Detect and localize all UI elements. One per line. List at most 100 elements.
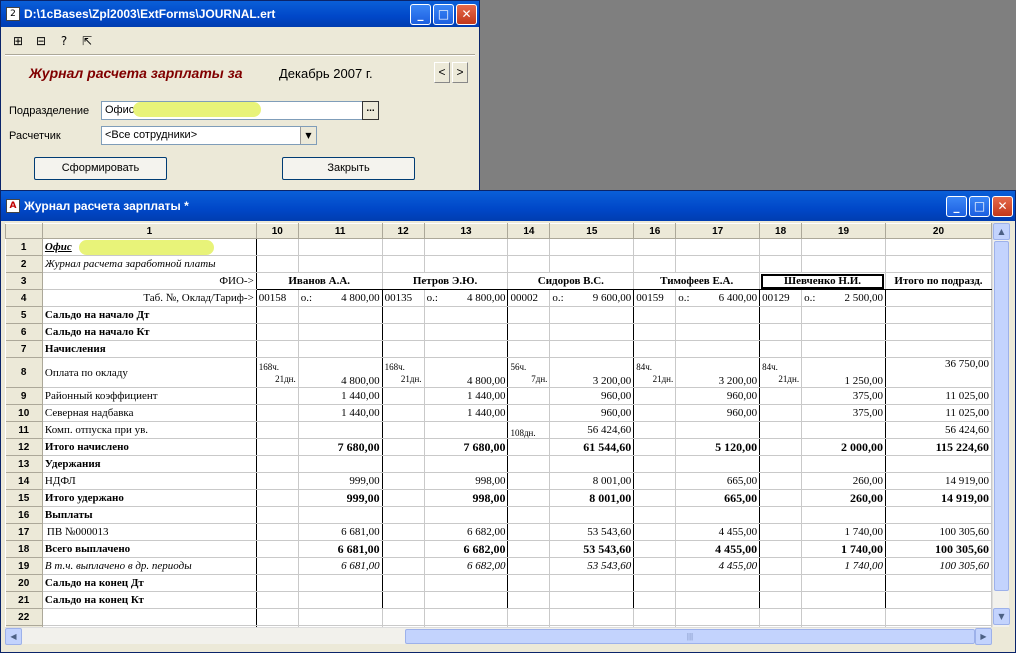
cell[interactable] [256, 306, 299, 324]
cell[interactable] [382, 489, 425, 507]
minimize-button[interactable]: _ [410, 3, 431, 25]
row-number[interactable]: 16 [5, 506, 43, 524]
cell[interactable] [549, 323, 635, 341]
cell[interactable] [633, 323, 677, 341]
cell[interactable] [256, 455, 299, 473]
cell[interactable] [885, 574, 992, 592]
cell[interactable] [801, 608, 886, 626]
cell[interactable] [424, 421, 509, 439]
cell[interactable] [549, 340, 635, 358]
cell[interactable] [507, 472, 551, 490]
maximize-button[interactable]: □ [433, 3, 454, 25]
cell[interactable] [507, 489, 551, 507]
cell[interactable] [633, 472, 677, 490]
cell[interactable] [675, 306, 761, 324]
row-label[interactable]: Комп. отпуска при ув. [42, 421, 257, 439]
cell[interactable] [382, 574, 425, 592]
cell[interactable] [633, 489, 677, 507]
cell[interactable] [256, 506, 299, 524]
row-number[interactable]: 20 [5, 574, 43, 592]
spreadsheet-grid[interactable]: 1 10 11 12 13 14 15 16 17 18 19 20 1 Офи… [5, 223, 992, 627]
cell[interactable] [507, 387, 551, 405]
cell[interactable] [298, 421, 383, 439]
cell[interactable] [885, 323, 992, 341]
cell[interactable] [382, 323, 425, 341]
employee-name-cell[interactable]: Сидоров В.С. [507, 272, 635, 290]
cell[interactable] [507, 404, 551, 422]
cell[interactable] [382, 540, 425, 558]
cell[interactable] [424, 608, 509, 626]
amount-cell[interactable]: 375,00 [801, 404, 886, 422]
cell[interactable] [675, 255, 761, 273]
cell[interactable] [675, 455, 761, 473]
hours-cell[interactable]: 84ч. 21дн. [633, 357, 677, 388]
cell[interactable] [549, 591, 635, 609]
amount-cell[interactable]: 998,00 [424, 472, 509, 490]
amount-cell[interactable]: 1 440,00 [298, 387, 383, 405]
save-settings-icon[interactable]: ⊞ [9, 32, 27, 50]
amount-cell[interactable]: 999,00 [298, 472, 383, 490]
row-label[interactable]: Сальдо на начало Кт [42, 323, 257, 341]
select-department-button[interactable]: ... [362, 101, 379, 120]
cell[interactable] [298, 591, 383, 609]
row-label[interactable]: Сальдо на конец Кт [42, 591, 257, 609]
cell[interactable] [298, 323, 383, 341]
tab-number-cell[interactable]: 00135 [382, 289, 425, 307]
row-number[interactable]: 17 [5, 523, 43, 541]
cell[interactable] [801, 255, 886, 273]
cell[interactable] [675, 506, 761, 524]
amount-cell[interactable]: 6 682,00 [424, 540, 509, 558]
cell[interactable] [256, 255, 299, 273]
column-header[interactable]: 20 [884, 223, 992, 239]
cell[interactable] [424, 255, 509, 273]
cell[interactable] [507, 455, 551, 473]
maximize-button[interactable]: □ [969, 195, 990, 217]
row-label[interactable]: Районный коэффициент [42, 387, 257, 405]
column-header[interactable]: 10 [255, 223, 299, 239]
amount-cell[interactable]: 960,00 [675, 387, 761, 405]
cell[interactable] [256, 323, 299, 341]
cell[interactable] [298, 255, 383, 273]
report-titlebar[interactable]: A Журнал расчета зарплаты * _ □ ✕ [1, 191, 1015, 221]
amount-cell[interactable]: 6 681,00 [298, 523, 383, 541]
total-cell[interactable]: 100 305,60 [885, 557, 992, 575]
cell[interactable] [801, 323, 886, 341]
cell[interactable] [382, 238, 425, 256]
amount-cell[interactable]: 4 455,00 [675, 523, 761, 541]
row-label[interactable]: Итого начислено [42, 438, 257, 456]
cell[interactable] [424, 340, 509, 358]
row-number[interactable]: 12 [5, 438, 43, 456]
cell[interactable] [675, 340, 761, 358]
next-period-button[interactable]: > [452, 62, 468, 83]
cell[interactable] [424, 323, 509, 341]
scroll-left-icon[interactable]: ◀ [5, 628, 22, 645]
hours-cell[interactable]: 84ч. 21дн. [759, 357, 803, 388]
cell[interactable] [759, 387, 803, 405]
cell[interactable] [633, 608, 677, 626]
row-label[interactable]: В т.ч. выплачено в др. периоды [42, 557, 257, 575]
chevron-down-icon[interactable]: ▼ [300, 127, 316, 144]
cell[interactable] [507, 506, 551, 524]
cell[interactable] [507, 238, 551, 256]
cell[interactable] [759, 323, 803, 341]
tab-number-cell[interactable]: 00158 [256, 289, 299, 307]
row-label[interactable]: Всего выплачено [42, 540, 257, 558]
cell[interactable] [801, 238, 886, 256]
amount-cell[interactable]: 960,00 [549, 404, 635, 422]
cell[interactable] [759, 540, 803, 558]
cell[interactable] [549, 255, 635, 273]
row-number[interactable]: 22 [5, 608, 43, 626]
cell[interactable] [759, 506, 803, 524]
column-header[interactable]: 18 [759, 223, 803, 239]
row-number[interactable]: 5 [5, 306, 43, 324]
amount-cell[interactable]: 3 200,00 [549, 357, 635, 388]
vertical-scroll-thumb[interactable] [994, 241, 1009, 591]
row-label[interactable]: ПВ №000013 [42, 523, 257, 541]
cell[interactable] [759, 574, 803, 592]
cell[interactable] [256, 438, 299, 456]
cell[interactable] [256, 557, 299, 575]
amount-cell[interactable]: 4 800,00 [424, 357, 509, 388]
amount-cell[interactable]: 1 440,00 [424, 404, 509, 422]
employee-name-cell[interactable]: Иванов А.А. [256, 272, 383, 290]
cell[interactable] [885, 340, 992, 358]
